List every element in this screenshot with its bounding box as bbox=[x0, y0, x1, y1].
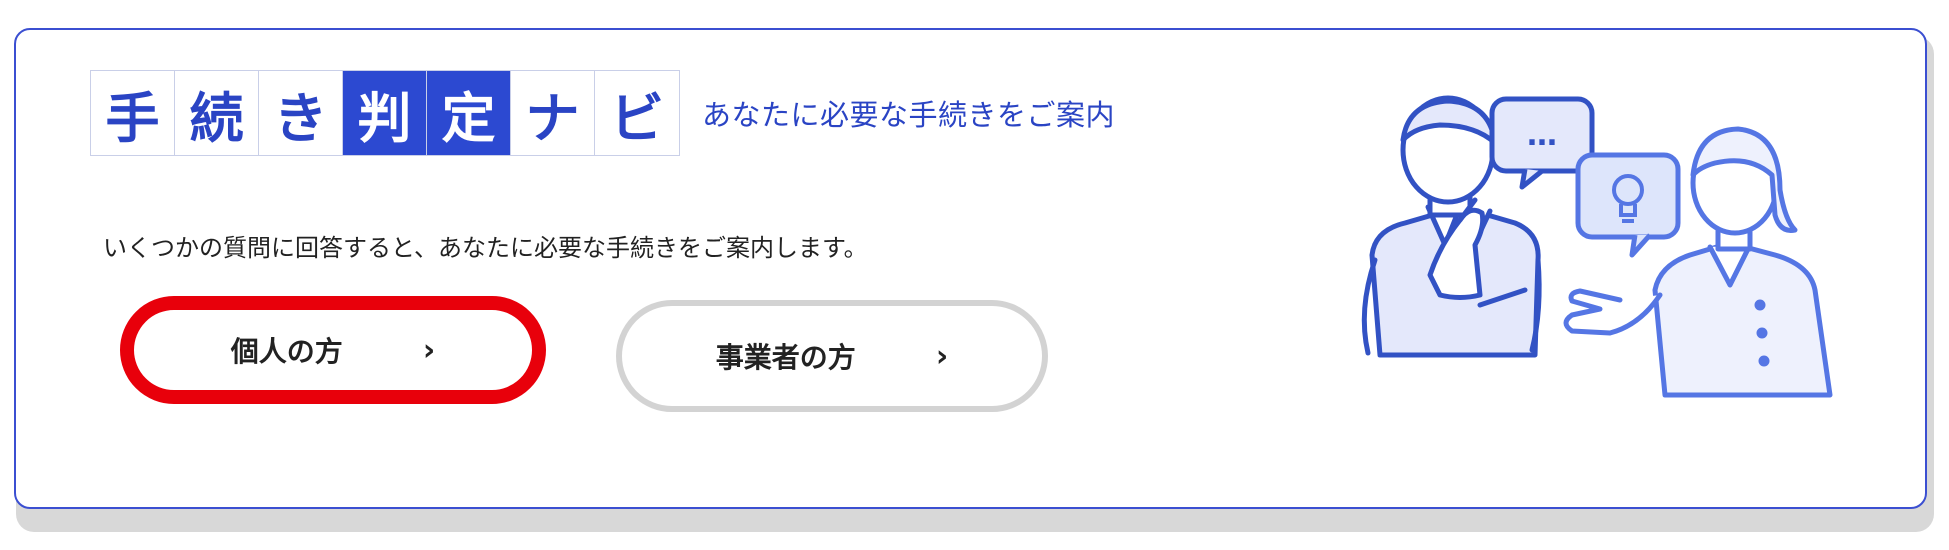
business-button[interactable]: 事業者の方 › bbox=[616, 300, 1048, 412]
navi-header: 手 続 き 判 定 ナ ビ あなたに必要な手続きをご案内 bbox=[90, 70, 1115, 156]
logo-char: き bbox=[259, 71, 343, 155]
lightbulb-icon bbox=[1575, 152, 1681, 258]
logo-char: ビ bbox=[595, 71, 679, 155]
logo-char: 手 bbox=[91, 71, 175, 155]
chevron-right-icon: › bbox=[422, 332, 436, 368]
navi-logo: 手 続 き 判 定 ナ ビ bbox=[90, 70, 680, 156]
chevron-right-icon: › bbox=[935, 338, 949, 374]
logo-char: 続 bbox=[175, 71, 259, 155]
individual-button[interactable]: 個人の方 › bbox=[120, 296, 546, 404]
speech-bubble-text: … bbox=[1527, 118, 1557, 153]
navi-tagline: あなたに必要な手続きをご案内 bbox=[702, 98, 1116, 132]
logo-char: ナ bbox=[511, 71, 595, 155]
logo-char-highlight: 定 bbox=[427, 71, 511, 155]
logo-char-highlight: 判 bbox=[343, 71, 427, 155]
individual-button-label: 個人の方 bbox=[230, 335, 343, 368]
business-button-label: 事業者の方 bbox=[715, 341, 856, 374]
consultation-illustration: … bbox=[1361, 95, 1833, 398]
navi-description: いくつかの質問に回答すると、あなたに必要な手続きをご案内します。 bbox=[103, 234, 868, 262]
